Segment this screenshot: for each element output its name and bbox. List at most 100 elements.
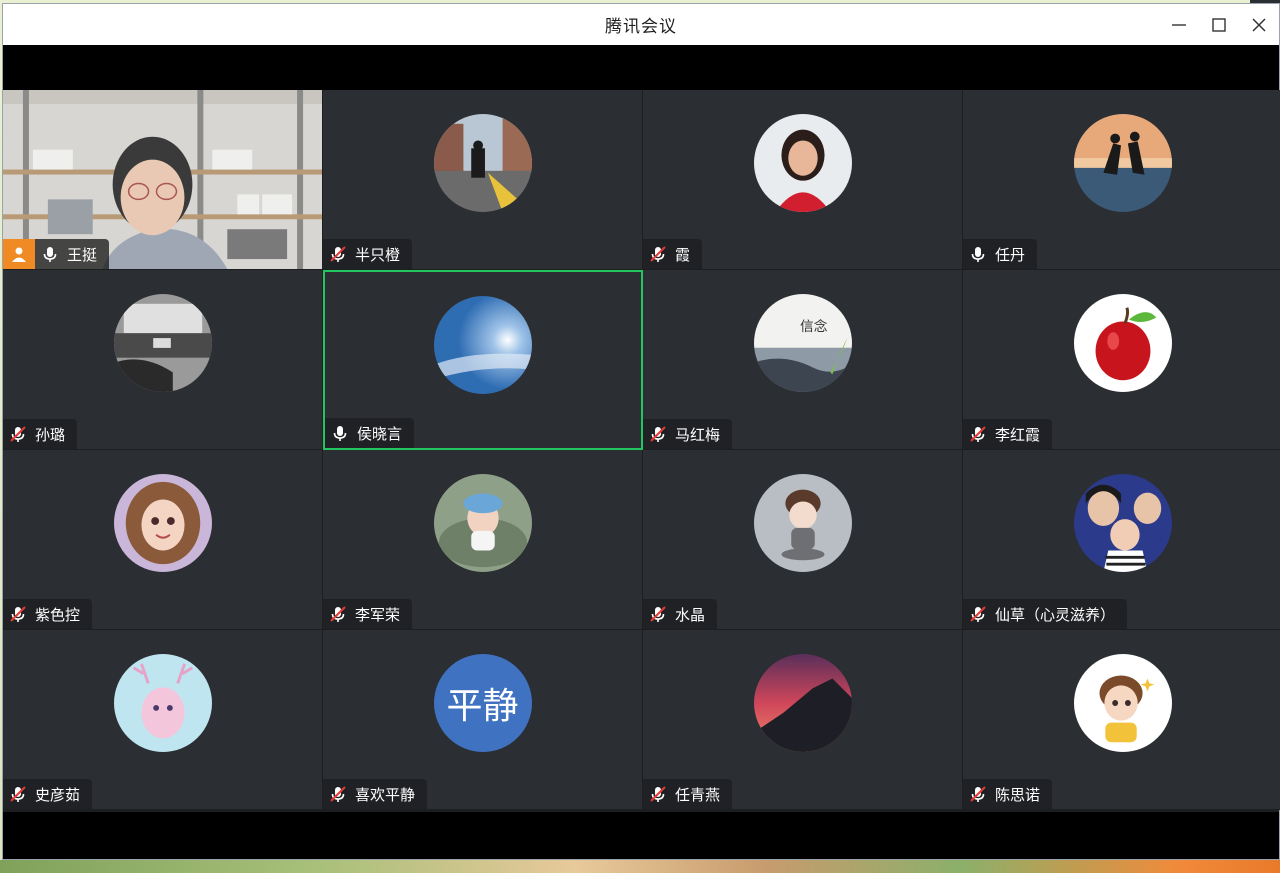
participant-name: 任青燕 (675, 785, 721, 804)
participant-tile[interactable]: 半只橙 (323, 90, 643, 270)
microphone-muted-indicator (329, 784, 349, 804)
host-icon (12, 247, 26, 262)
avatar (753, 654, 852, 752)
name-tag: 史彦茹 (3, 779, 93, 809)
participant-name: 李军荣 (355, 605, 401, 624)
microphone-muted-indicator (329, 244, 349, 264)
microphone-icon (333, 426, 347, 441)
microphone-muted-indicator (329, 604, 349, 624)
participant-name: 仙草（心灵滋养） (995, 605, 1116, 624)
avatar: 平静 (433, 654, 532, 752)
microphone-muted-icon (650, 786, 666, 802)
name-tag: 王挺 (35, 239, 110, 269)
close-button[interactable] (1239, 4, 1279, 45)
microphone-on-indicator (41, 244, 61, 264)
microphone-muted-icon (330, 246, 346, 262)
participant-tile[interactable]: 李红霞 (963, 270, 1280, 450)
microphone-muted-icon (330, 786, 346, 802)
participant-tile[interactable]: 紫色控 (3, 450, 323, 630)
participant-grid: 王挺 半只橙霞任丹 孙璐 侯晓言 信念 马红梅 李红霞 紫色控 李军荣 水晶 仙草（心灵滋养） 史彦茹… (3, 90, 1280, 812)
desktop-wallpaper-strip (0, 860, 1280, 873)
microphone-muted-icon (650, 246, 666, 262)
microphone-muted-icon (650, 426, 666, 442)
avatar (1073, 294, 1172, 392)
name-tag: 陈思诺 (963, 779, 1053, 809)
microphone-icon (971, 247, 985, 262)
avatar (1073, 114, 1172, 212)
microphone-muted-indicator (969, 424, 989, 444)
participant-tile[interactable]: 孙璐 (3, 270, 323, 450)
meeting-window: 腾讯会议 王挺 半只橙霞任丹 孙璐 侯晓言 信念 马红梅 李红霞 紫色控 李军荣 水晶 仙草（心灵滋… (2, 3, 1280, 860)
avatar (433, 114, 532, 212)
participant-name: 水晶 (675, 605, 706, 624)
participant-name: 马红梅 (675, 425, 721, 444)
microphone-muted-icon (10, 426, 26, 442)
microphone-muted-icon (650, 606, 666, 622)
microphone-muted-icon (970, 426, 986, 442)
window-controls (1159, 4, 1279, 45)
participant-name: 喜欢平静 (355, 785, 416, 804)
name-tag: 李军荣 (323, 599, 413, 629)
microphone-muted-indicator (649, 424, 669, 444)
participant-tile[interactable]: 平静喜欢平静 (323, 630, 643, 810)
maximize-button[interactable] (1199, 4, 1239, 45)
avatar (1073, 654, 1172, 752)
microphone-on-indicator (331, 423, 351, 443)
microphone-muted-indicator (9, 424, 29, 444)
avatar: 信念 (753, 294, 852, 392)
avatar-caption: 信念 (800, 318, 828, 335)
avatar (113, 474, 212, 572)
name-tag: 马红梅 (643, 419, 733, 449)
minimize-icon (1172, 23, 1186, 26)
participant-name: 任丹 (995, 245, 1026, 264)
microphone-icon (43, 247, 57, 262)
participant-name: 史彦茹 (35, 785, 81, 804)
avatar (433, 474, 532, 572)
participant-tile[interactable]: 任青燕 (643, 630, 963, 810)
microphone-muted-indicator (649, 604, 669, 624)
maximize-icon (1212, 17, 1226, 32)
participant-tile[interactable]: 侯晓言 (323, 270, 643, 450)
window-title: 腾讯会议 (605, 17, 677, 37)
participant-tile[interactable]: 霞 (643, 90, 963, 270)
name-tag: 紫色控 (3, 599, 93, 629)
participant-tile[interactable]: 陈思诺 (963, 630, 1280, 810)
participant-name: 李红霞 (995, 425, 1041, 444)
name-tag: 半只橙 (323, 239, 413, 269)
microphone-muted-icon (970, 786, 986, 802)
participant-name: 王挺 (67, 245, 98, 264)
participant-name: 陈思诺 (995, 785, 1041, 804)
participant-tile[interactable]: 李军荣 (323, 450, 643, 630)
participant-name: 半只橙 (355, 245, 401, 264)
participant-name: 孙璐 (35, 425, 66, 444)
close-icon (1252, 17, 1266, 32)
microphone-muted-indicator (9, 604, 29, 624)
participant-tile[interactable]: 王挺 (3, 90, 323, 270)
participant-name: 侯晓言 (357, 424, 403, 443)
microphone-on-indicator (969, 244, 989, 264)
participant-tile[interactable]: 史彦茹 (3, 630, 323, 810)
avatar (1073, 474, 1172, 572)
microphone-muted-icon (330, 606, 346, 622)
participant-tile[interactable]: 水晶 (643, 450, 963, 630)
avatar (113, 654, 212, 752)
microphone-muted-indicator (969, 604, 989, 624)
title-bar[interactable]: 腾讯会议 (3, 4, 1279, 45)
microphone-muted-icon (10, 786, 26, 802)
participant-tile[interactable]: 仙草（心灵滋养） (963, 450, 1280, 630)
name-tag: 任青燕 (643, 779, 733, 809)
avatar (113, 294, 212, 392)
avatar (753, 114, 852, 212)
participant-tile[interactable]: 任丹 (963, 90, 1280, 270)
participant-tile[interactable]: 信念马红梅 (643, 270, 963, 450)
avatar (753, 474, 852, 572)
participant-name: 紫色控 (35, 605, 81, 624)
name-tag: 霞 (643, 239, 703, 269)
microphone-muted-indicator (649, 784, 669, 804)
name-tag: 李红霞 (963, 419, 1053, 449)
avatar (434, 296, 532, 394)
microphone-muted-icon (10, 606, 26, 622)
microphone-muted-indicator (649, 244, 669, 264)
minimize-button[interactable] (1159, 4, 1199, 45)
participant-name: 霞 (675, 245, 691, 264)
